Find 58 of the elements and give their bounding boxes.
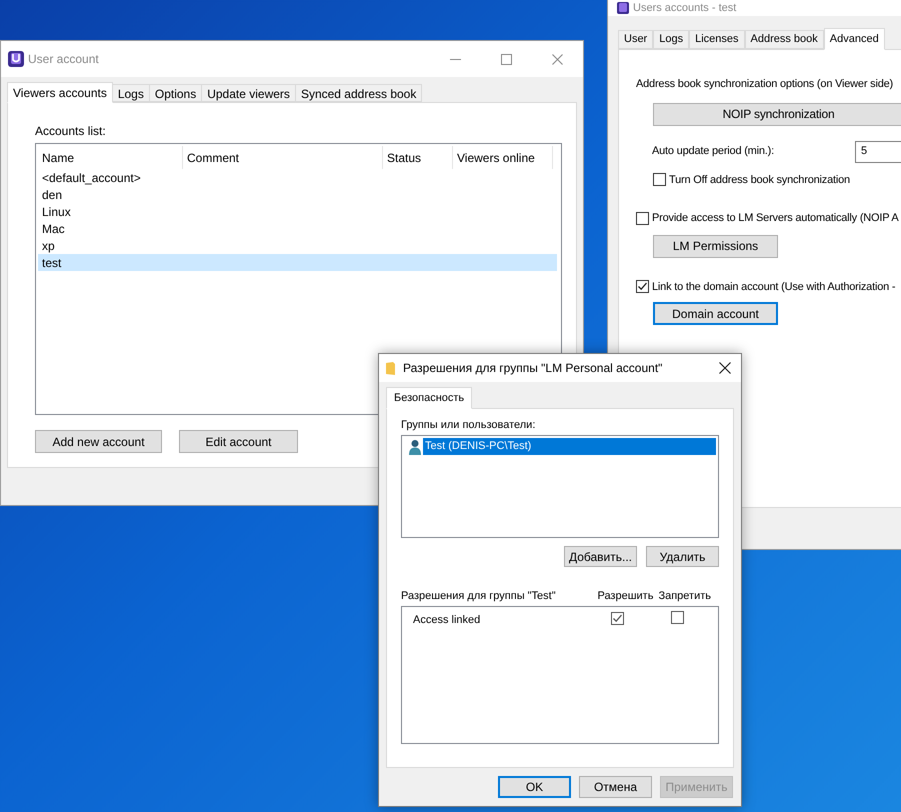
checkbox[interactable] [671, 611, 684, 624]
tab[interactable]: User [618, 30, 654, 49]
column-header[interactable]: Viewers online [453, 146, 553, 169]
checkbox[interactable] [636, 280, 649, 294]
accounts-label: Accounts list: [35, 123, 107, 138]
input-field[interactable]: 5 [855, 140, 901, 162]
button[interactable]: LM Permissions [653, 234, 778, 258]
tab[interactable]: Update viewers [202, 84, 296, 102]
user-icon [408, 438, 422, 454]
checkbox-label: Link to the domain account (Use with Authorization - [652, 280, 896, 294]
tab[interactable]: Synced address book [296, 84, 422, 102]
dialog-title: Разрешения для группы "LM Personal account" [403, 360, 662, 377]
section-label: Address book synchronization options (on Viewer side) [636, 77, 894, 92]
user-entry[interactable]: Test (DENIS-PC\Test) [423, 438, 716, 455]
tab[interactable]: Logs [653, 30, 690, 49]
account-row[interactable]: Mac [38, 220, 557, 237]
button[interactable]: OK [498, 776, 571, 798]
button[interactable]: Добавить... [564, 546, 637, 567]
groups-label: Группы или пользователи: [401, 418, 536, 433]
account-row[interactable]: xp [38, 237, 557, 254]
column-header[interactable]: Comment [183, 146, 383, 169]
close-icon[interactable] [719, 362, 731, 374]
allow-header: Разрешить [597, 588, 654, 604]
app-logo-icon [616, 2, 630, 14]
tab[interactable]: Licenses [689, 30, 745, 49]
folder-icon [386, 362, 395, 374]
tab[interactable]: Advanced [824, 28, 885, 50]
field-label: Auto update period (min.): [652, 144, 774, 160]
account-row[interactable]: den [38, 186, 557, 203]
button[interactable]: Удалить [646, 546, 719, 567]
button[interactable]: Add new account [35, 430, 162, 453]
app-logo-icon [7, 50, 25, 68]
button[interactable]: Domain account [653, 302, 778, 325]
minimize-icon[interactable] [450, 58, 461, 60]
checkbox-label: Provide access to LM Servers automatically (NOIP A [652, 211, 899, 226]
account-row[interactable]: Linux [38, 203, 557, 220]
permission-name: Access linked [413, 612, 480, 628]
checkbox[interactable] [636, 212, 649, 225]
checkbox[interactable] [611, 612, 624, 625]
permissions-label: Разрешения для группы "Test" [401, 588, 556, 604]
tab[interactable]: Options [150, 84, 202, 102]
checkbox-label: Turn Off address book synchronization [669, 172, 850, 188]
tab[interactable]: Viewers accounts [7, 82, 113, 103]
button[interactable]: NOIP synchronization [653, 102, 901, 126]
account-row[interactable]: <default_account> [38, 169, 557, 186]
window-title: Users accounts - test [633, 2, 736, 14]
checkbox[interactable] [653, 173, 666, 186]
column-header[interactable]: Name [38, 146, 183, 169]
column-header[interactable]: Status [383, 146, 453, 169]
button[interactable]: Отмена [579, 776, 652, 798]
tab[interactable]: Безопасность [386, 387, 472, 409]
window-title: User account [28, 51, 99, 68]
tab[interactable]: Logs [112, 84, 150, 102]
deny-header: Запретить [658, 588, 711, 604]
tab[interactable]: Address book [744, 30, 824, 49]
account-row[interactable]: test [38, 254, 557, 271]
maximize-icon[interactable] [501, 54, 512, 64]
button[interactable]: Edit account [179, 430, 298, 453]
